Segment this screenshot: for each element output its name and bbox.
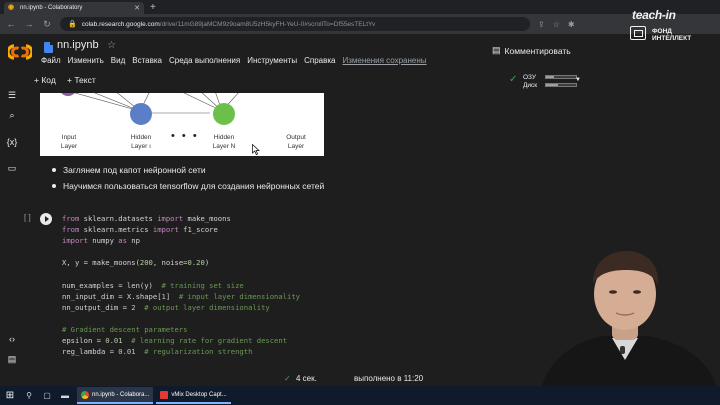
add-text-button[interactable]: + Текст (67, 75, 96, 85)
bookmark-star-icon[interactable]: ☆ (553, 20, 560, 29)
menu-bar: Файл Изменить Вид Вставка Среда выполнен… (41, 56, 427, 65)
code-line: nn_output_dim = 2 # output layer dimensi… (62, 302, 270, 312)
code-line: X, y = make_moons(200, noise=0.20) (62, 258, 210, 268)
watermark-logo: teach-in ФОНД ИНТЕЛЛЕКТ (620, 8, 716, 48)
colab-logo-icon[interactable] (8, 44, 32, 60)
comments-label: Комментировать (504, 45, 571, 56)
file-explorer-icon[interactable]: ▬ (56, 391, 74, 400)
saved-status[interactable]: Изменения сохранены (342, 56, 426, 65)
comments-button[interactable]: ▤ Комментировать (492, 45, 571, 56)
text-cell-bullets: Заглянем под капот нейронной сети Научим… (52, 165, 324, 197)
list-item: Научимся пользоваться tensorflow для соз… (52, 181, 324, 191)
colab-header: nn.ipynb ☆ Файл Изменить Вид Вставка Сре… (0, 34, 720, 72)
mouse-cursor-icon (252, 144, 260, 155)
layer-label-output: Output Layer (286, 134, 306, 150)
neural-network-diagram: Input Layer Hidden Layer ı • • • Hidden Lay… (40, 93, 324, 156)
hidden-layer-1-node (130, 103, 152, 125)
star-icon[interactable]: ☆ (107, 40, 116, 51)
menu-file[interactable]: Файл (41, 56, 61, 65)
back-icon[interactable]: ← (6, 19, 16, 29)
list-item: Заглянем под капот нейронной сети (52, 165, 324, 175)
taskbar-app-vmix[interactable]: vMix Desktop Capt... (156, 387, 231, 404)
windows-start-icon[interactable]: ⊞ (0, 390, 20, 401)
menu-tools[interactable]: Инструменты (247, 56, 297, 65)
url-input[interactable]: 🔒 colab.research.google.com/drive/11mG89… (60, 17, 530, 31)
code-line: # Gradient descent parameters (62, 324, 188, 334)
status-bar: ✓ 4 сек. выполнено в 11:20 (24, 370, 584, 386)
code-editor[interactable]: from sklearn.datasets import make_moonsf… (62, 213, 300, 357)
notebook-toolbar: + Код + Текст (0, 72, 720, 90)
menu-runtime[interactable]: Среда выполнения (169, 56, 240, 65)
chrome-icon (81, 390, 89, 399)
screen: ◉ nn.ipynb - Colaboratory ✕ + ← → ↻ 🔒 co… (0, 0, 720, 405)
code-line: num_examples = len(y) # training set siz… (62, 280, 244, 290)
menu-help[interactable]: Справка (304, 56, 335, 65)
code-line: from sklearn.datasets import make_moons (62, 214, 231, 223)
add-code-button[interactable]: + Код (34, 75, 56, 85)
command-palette-icon[interactable]: ▤ (6, 354, 18, 365)
new-tab-icon[interactable]: + (150, 2, 156, 14)
code-line: from sklearn.metrics import f1_score (62, 225, 218, 235)
execution-duration: 4 сек. (296, 374, 317, 383)
code-snippets-icon[interactable]: ‹› (6, 334, 18, 344)
watermark-fund: ФОНД ИНТЕЛЛЕКТ (652, 28, 692, 42)
share-icon[interactable]: ⇪ (538, 20, 545, 29)
code-line: reg_lambda = 0.01 # regularization stren… (62, 347, 253, 357)
presenter-video-icon (542, 250, 716, 386)
taskbar-app-chrome[interactable]: nn.ipynb - Colabora... (77, 387, 154, 404)
extensions-icon[interactable]: ✱ (568, 20, 575, 29)
browser-tab[interactable]: ◉ nn.ipynb - Colaboratory ✕ (4, 2, 144, 14)
variables-icon[interactable]: {x} (6, 137, 18, 147)
vmix-icon (160, 390, 169, 399)
code-cell[interactable]: [ ] from sklearn.datasets import make_mo… (24, 210, 584, 360)
hidden-layer-n-node (213, 103, 235, 125)
chevron-down-icon[interactable]: ▼ (575, 77, 581, 83)
task-view-icon[interactable]: ▢ (38, 391, 56, 400)
ellipsis: • • • (171, 130, 199, 142)
cell-execution-count: [ ] (24, 213, 31, 222)
connected-check-icon: ✓ (509, 74, 518, 85)
forward-icon[interactable]: → (24, 19, 34, 29)
reload-icon[interactable]: ↻ (42, 19, 52, 30)
execution-completed: выполнено в 11:20 (354, 374, 424, 383)
folder-icon[interactable]: ▭ (6, 163, 18, 174)
code-line: nn_input_dim = X.shape[1] # input layer … (62, 291, 301, 301)
url-text: colab.research.google.com/drive/11mG89ja… (81, 20, 376, 28)
menu-view[interactable]: Вид (111, 56, 125, 65)
success-check-icon: ✓ (284, 374, 291, 383)
layer-label-hidden-1: Hidden Layer ı (130, 134, 152, 150)
comment-icon: ▤ (492, 45, 501, 55)
lock-icon: 🔒 (68, 21, 77, 28)
ram-label: ОЗУ (523, 74, 537, 81)
address-bar: ← → ↻ 🔒 colab.research.google.com/drive/… (0, 14, 720, 34)
watermark-brand: teach-in (632, 8, 676, 22)
search-icon[interactable]: ⌕ (6, 110, 18, 121)
close-tab-icon[interactable]: ✕ (134, 4, 140, 12)
menu-insert[interactable]: Вставка (132, 56, 162, 65)
layer-label-hidden-n: Hidden Layer N (212, 134, 236, 150)
resources-indicator[interactable]: ✓ ОЗУ Диск ▼ (509, 72, 589, 90)
code-line: import numpy as np (62, 236, 140, 246)
search-icon[interactable]: ⚲ (20, 391, 38, 400)
browser-tab-strip: ◉ nn.ipynb - Colaboratory ✕ + (0, 0, 720, 14)
chip-icon (630, 26, 646, 40)
run-cell-button[interactable] (40, 213, 52, 225)
tab-title: nn.ipynb - Colaboratory (20, 5, 83, 11)
menu-edit[interactable]: Изменить (68, 56, 104, 65)
code-line: epsilon = 0.01 # learning rate for gradi… (62, 336, 288, 346)
windows-taskbar: ⊞ ⚲ ▢ ▬ nn.ipynb - Colabora... vMix Desk… (0, 386, 720, 405)
left-sidebar: ☰ ⌕ {x} ▭ ‹› ▤ (0, 90, 24, 386)
notebook-title[interactable]: nn.ipynb (57, 39, 99, 51)
ram-bar (545, 75, 577, 79)
disk-bar (545, 83, 577, 87)
toc-icon[interactable]: ☰ (6, 90, 18, 101)
layer-label-input: Input Layer (60, 134, 78, 150)
disk-label: Диск (523, 82, 538, 89)
drive-file-icon (44, 42, 53, 53)
colab-favicon-icon: ◉ (8, 4, 15, 11)
